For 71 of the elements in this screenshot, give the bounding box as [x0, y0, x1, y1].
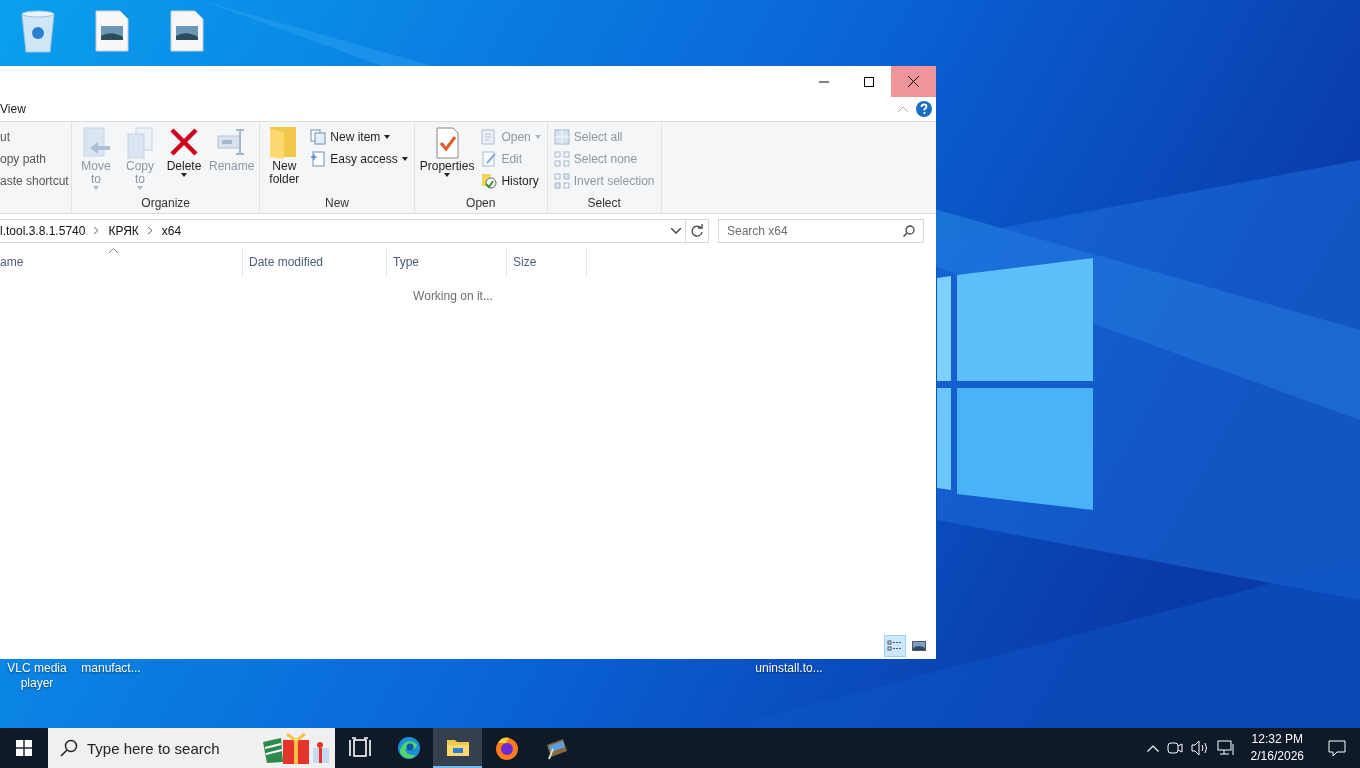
edit-icon: [481, 151, 498, 167]
network-icon[interactable]: [1216, 740, 1235, 756]
taskbar-app-button[interactable]: [433, 728, 482, 768]
ribbon-small-button[interactable]: History: [478, 170, 544, 192]
breadcrumb[interactable]: x64: [161, 223, 182, 238]
ribbon-command[interactable]: opy path: [0, 148, 72, 170]
column-header[interactable]: Type: [387, 248, 507, 276]
search-icon: [903, 224, 915, 237]
image-file-icon[interactable]: [170, 10, 204, 52]
caret-icon: [181, 173, 187, 177]
ribbon-group-label: Select: [587, 196, 621, 210]
ribbon-group-label: Open: [466, 196, 496, 210]
breadcrumb[interactable]: l.tool.3.8.1.5740: [0, 223, 86, 238]
camera-icon[interactable]: [1166, 740, 1183, 756]
chevron-icon: [94, 227, 100, 234]
caret-icon: [401, 157, 408, 161]
loading-message: Working on it...: [413, 289, 493, 305]
easy-access-icon: [310, 151, 327, 167]
ribbon-group-label: New: [325, 196, 350, 210]
ribbon-small-button[interactable]: New item: [307, 126, 411, 148]
help-icon[interactable]: [916, 101, 932, 117]
details-view-icon: [887, 639, 903, 653]
copy-documents-icon: [124, 126, 156, 160]
ribbon-large-button[interactable]: Properties: [417, 126, 477, 192]
caret-icon: [93, 186, 99, 190]
taskbar-search-field[interactable]: Type here to search: [48, 728, 335, 768]
close-icon: [908, 76, 919, 87]
desktop-icon-label[interactable]: manufact...: [74, 661, 148, 676]
clock[interactable]: 12:32 PM 2/16/2026: [1250, 731, 1304, 765]
column-header[interactable]: Size: [507, 248, 587, 276]
ribbon-large-button[interactable]: New folder: [263, 126, 306, 186]
image-file-icon[interactable]: [95, 10, 129, 52]
search-icon: [60, 739, 78, 757]
ribbon-group-label: Organize: [141, 196, 191, 210]
invert-selection-icon: [553, 173, 570, 189]
edge-icon: [395, 735, 422, 761]
large-icons-view-icon: [912, 640, 926, 652]
firefox-icon: [493, 735, 520, 761]
ribbon-command[interactable]: ut: [0, 126, 72, 148]
refresh-icon[interactable]: [686, 218, 709, 243]
volume-icon[interactable]: [1190, 740, 1209, 756]
search-field[interactable]: Search x64: [718, 218, 924, 243]
gift-boxes-drawing: [261, 732, 331, 764]
ribbon-small-button[interactable]: Easy access: [307, 148, 411, 170]
column-header[interactable]: ame: [0, 248, 243, 276]
recycle-bin-icon[interactable]: [18, 8, 58, 54]
breadcrumb[interactable]: КРЯК: [108, 223, 139, 238]
ribbon-command[interactable]: aste shortcut: [0, 170, 72, 192]
open-icon: [481, 129, 498, 145]
chevron-up-icon[interactable]: [1146, 744, 1159, 752]
history-icon: [481, 173, 498, 189]
caret-icon: [384, 135, 391, 139]
select-all-icon: [553, 129, 570, 145]
select-none-icon: [553, 151, 570, 167]
desktop-icon-label[interactable]: VLC media player: [0, 661, 74, 691]
address-bar[interactable]: l.tool.3.8.1.5740 КРЯК x64: [0, 218, 686, 243]
caret-icon: [534, 135, 541, 139]
chevron-icon: [147, 227, 153, 234]
dropdown-icon[interactable]: [671, 227, 681, 234]
caret-icon: [444, 173, 451, 177]
notifications-icon[interactable]: [1328, 739, 1346, 757]
column-header[interactable]: Date modified: [243, 248, 387, 276]
windows-logo-icon: [16, 740, 32, 756]
ribbon-tab[interactable]: View: [0, 102, 890, 116]
new-item-icon: [310, 129, 327, 145]
ribbon-large-button[interactable]: Delete: [163, 126, 205, 190]
maximize-icon: [863, 76, 874, 87]
caret-icon: [137, 186, 143, 190]
details-view-button[interactable]: [884, 635, 906, 657]
arrow-document-icon: [80, 126, 112, 160]
desktop-icon-label[interactable]: uninstall.to...: [749, 661, 829, 676]
